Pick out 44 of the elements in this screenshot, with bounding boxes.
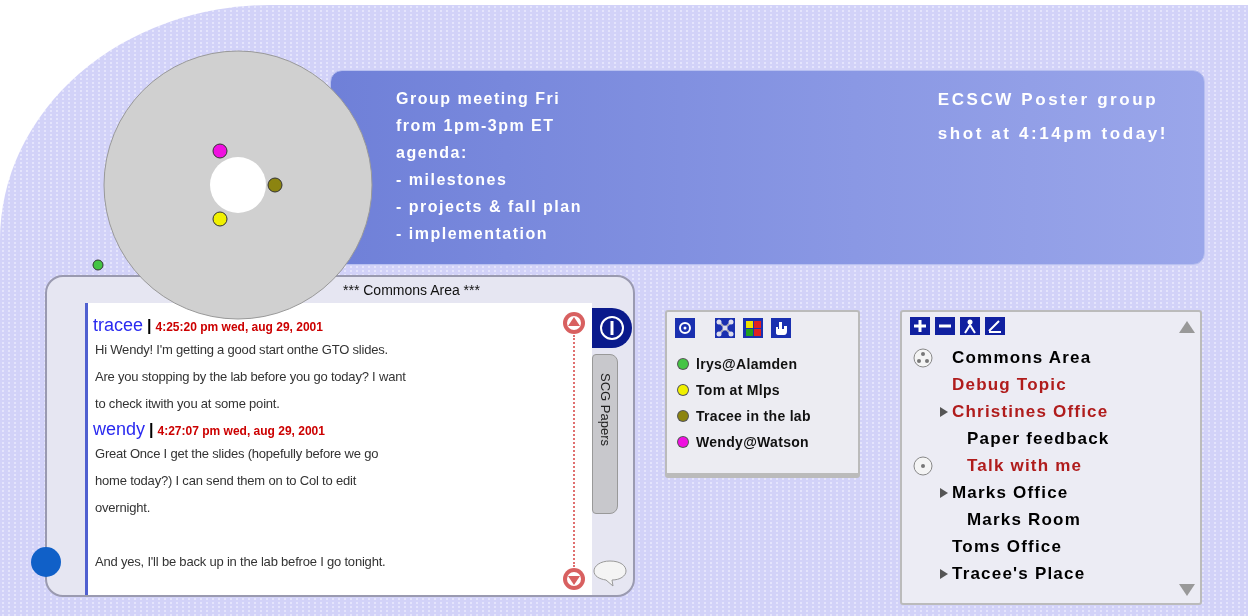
info-tab[interactable] [592,308,632,348]
occupied-icon [913,455,933,476]
panel-title: *** Commons Area *** [342,281,481,300]
expand-icon[interactable] [940,406,948,417]
announcement-text: Group meeting Fri from 1pm-3pm ET agenda: - milestones - projects & fall plan - implementation [396,89,582,244]
room-name[interactable]: Marks Room [952,506,1174,533]
info-icon [599,315,625,341]
remove-icon[interactable] [935,317,955,335]
room-name[interactable]: Marks Office [952,479,1174,506]
author-name: tracee [93,315,144,336]
scroll-down-button[interactable] [562,567,586,591]
person-name[interactable]: Tracee in the lab [696,408,811,424]
person-name[interactable]: Tom at Mlps [696,382,780,398]
person-name[interactable]: Wendy@Watson [696,434,809,450]
center-spot [210,157,266,213]
room-name[interactable]: Commons Area [952,344,1174,371]
papers-tab[interactable]: SCG Papers [592,354,618,514]
color-grid-icon[interactable] [743,318,763,338]
add-icon[interactable] [910,317,930,335]
message-time: 4:27:07 pm wed, aug 29, 2001 [157,424,325,438]
separator: | [149,421,154,439]
scroll-up-button[interactable] [562,311,586,335]
message-text: Hi Wendy! I'm getting a good start onthe GTO slides. Are you stopping by the lab before you go today? I want to check itwith you at some point. [94,341,407,413]
person-name[interactable]: lrys@Alamden [696,356,798,372]
room-name[interactable]: Tracee's Place [952,560,1174,587]
status-circle[interactable] [31,547,61,577]
network-icon[interactable] [715,318,735,338]
edit-icon[interactable] [985,317,1005,335]
expand-icon[interactable] [940,487,948,498]
target-icon[interactable] [675,318,695,338]
author-name: wendy [93,419,146,440]
group-icon [913,347,933,368]
message-text: Great Once I get the slides (hopefully before we go home today?) I can send them on to Col to edit overnight. And yes, I'll be back up in the lab befroe I go tonight. [94,445,387,571]
room-name[interactable]: Toms Office [952,533,1174,560]
room-name[interactable]: Christines Office [952,398,1174,425]
person-icon[interactable] [960,317,980,335]
room-name[interactable]: Debug Topic [952,371,1174,398]
separator: | [147,317,152,335]
message-time: 4:25:20 pm wed, aug 29, 2001 [155,320,323,334]
room-name[interactable]: Talk with me [952,452,1174,479]
expand-icon[interactable] [940,568,948,579]
announcement-text: ECSCW Poster group shot at 4:14pm today! [937,89,1168,145]
room-name[interactable]: Paper feedback [952,425,1174,452]
hand-icon[interactable] [771,318,791,338]
